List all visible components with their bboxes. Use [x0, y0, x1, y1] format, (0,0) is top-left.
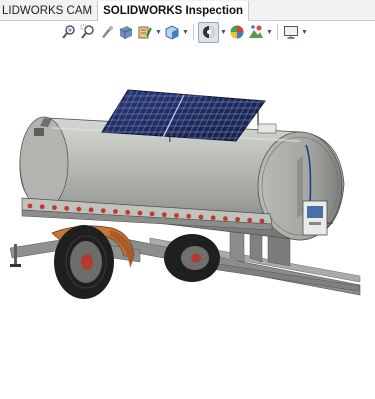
edit-appearance-icon[interactable]: [228, 23, 246, 41]
chevron-down-icon[interactable]: ▼: [266, 23, 273, 41]
tab-solidworks-cam[interactable]: LIDWORKS CAM: [0, 1, 99, 20]
reflector: [161, 212, 167, 218]
reflector: [76, 206, 82, 212]
heads-up-view-toolbar: ▼ ▼ ▼ ▼ ▼: [60, 21, 308, 43]
wheel-left: [54, 225, 114, 299]
reflector: [198, 214, 204, 220]
reflector: [137, 210, 143, 216]
reflector: [113, 209, 118, 214]
dynamic-annotation-icon[interactable]: [136, 23, 154, 41]
reflector: [27, 203, 33, 209]
reflector: [125, 209, 131, 215]
view-settings-icon[interactable]: [282, 23, 300, 41]
graphics-area[interactable]: [0, 44, 375, 399]
reflector: [52, 205, 57, 210]
separator: [193, 24, 194, 40]
zoom-to-fit-icon[interactable]: [60, 23, 78, 41]
reflector: [259, 218, 265, 224]
chevron-down-icon[interactable]: ▼: [220, 23, 227, 41]
reflector: [235, 217, 240, 222]
reflector: [100, 208, 106, 214]
reflector: [222, 216, 228, 222]
chevron-down-icon[interactable]: ▼: [182, 23, 189, 41]
reflector: [210, 215, 216, 221]
section-view-icon[interactable]: [117, 23, 135, 41]
reflector: [88, 207, 94, 213]
wheel-right: [164, 234, 220, 282]
separator: [277, 24, 278, 40]
reflector: [39, 204, 45, 210]
reflector: [174, 213, 179, 218]
command-manager-tabs: LIDWORKS CAM SOLIDWORKS Inspection: [0, 0, 375, 21]
apply-scene-icon[interactable]: [247, 23, 265, 41]
reflector: [247, 217, 253, 223]
chevron-down-icon[interactable]: ▼: [155, 23, 162, 41]
previous-view-icon[interactable]: [98, 23, 116, 41]
view-orientation-icon[interactable]: [163, 23, 181, 41]
reflector: [64, 205, 70, 211]
zoom-to-area-icon[interactable]: [79, 23, 97, 41]
tab-solidworks-inspection[interactable]: SOLIDWORKS Inspection: [98, 1, 250, 21]
display-style-icon[interactable]: [198, 21, 219, 43]
reflector: [149, 211, 155, 217]
reflector: [186, 213, 192, 219]
chevron-down-icon[interactable]: ▼: [301, 23, 308, 41]
